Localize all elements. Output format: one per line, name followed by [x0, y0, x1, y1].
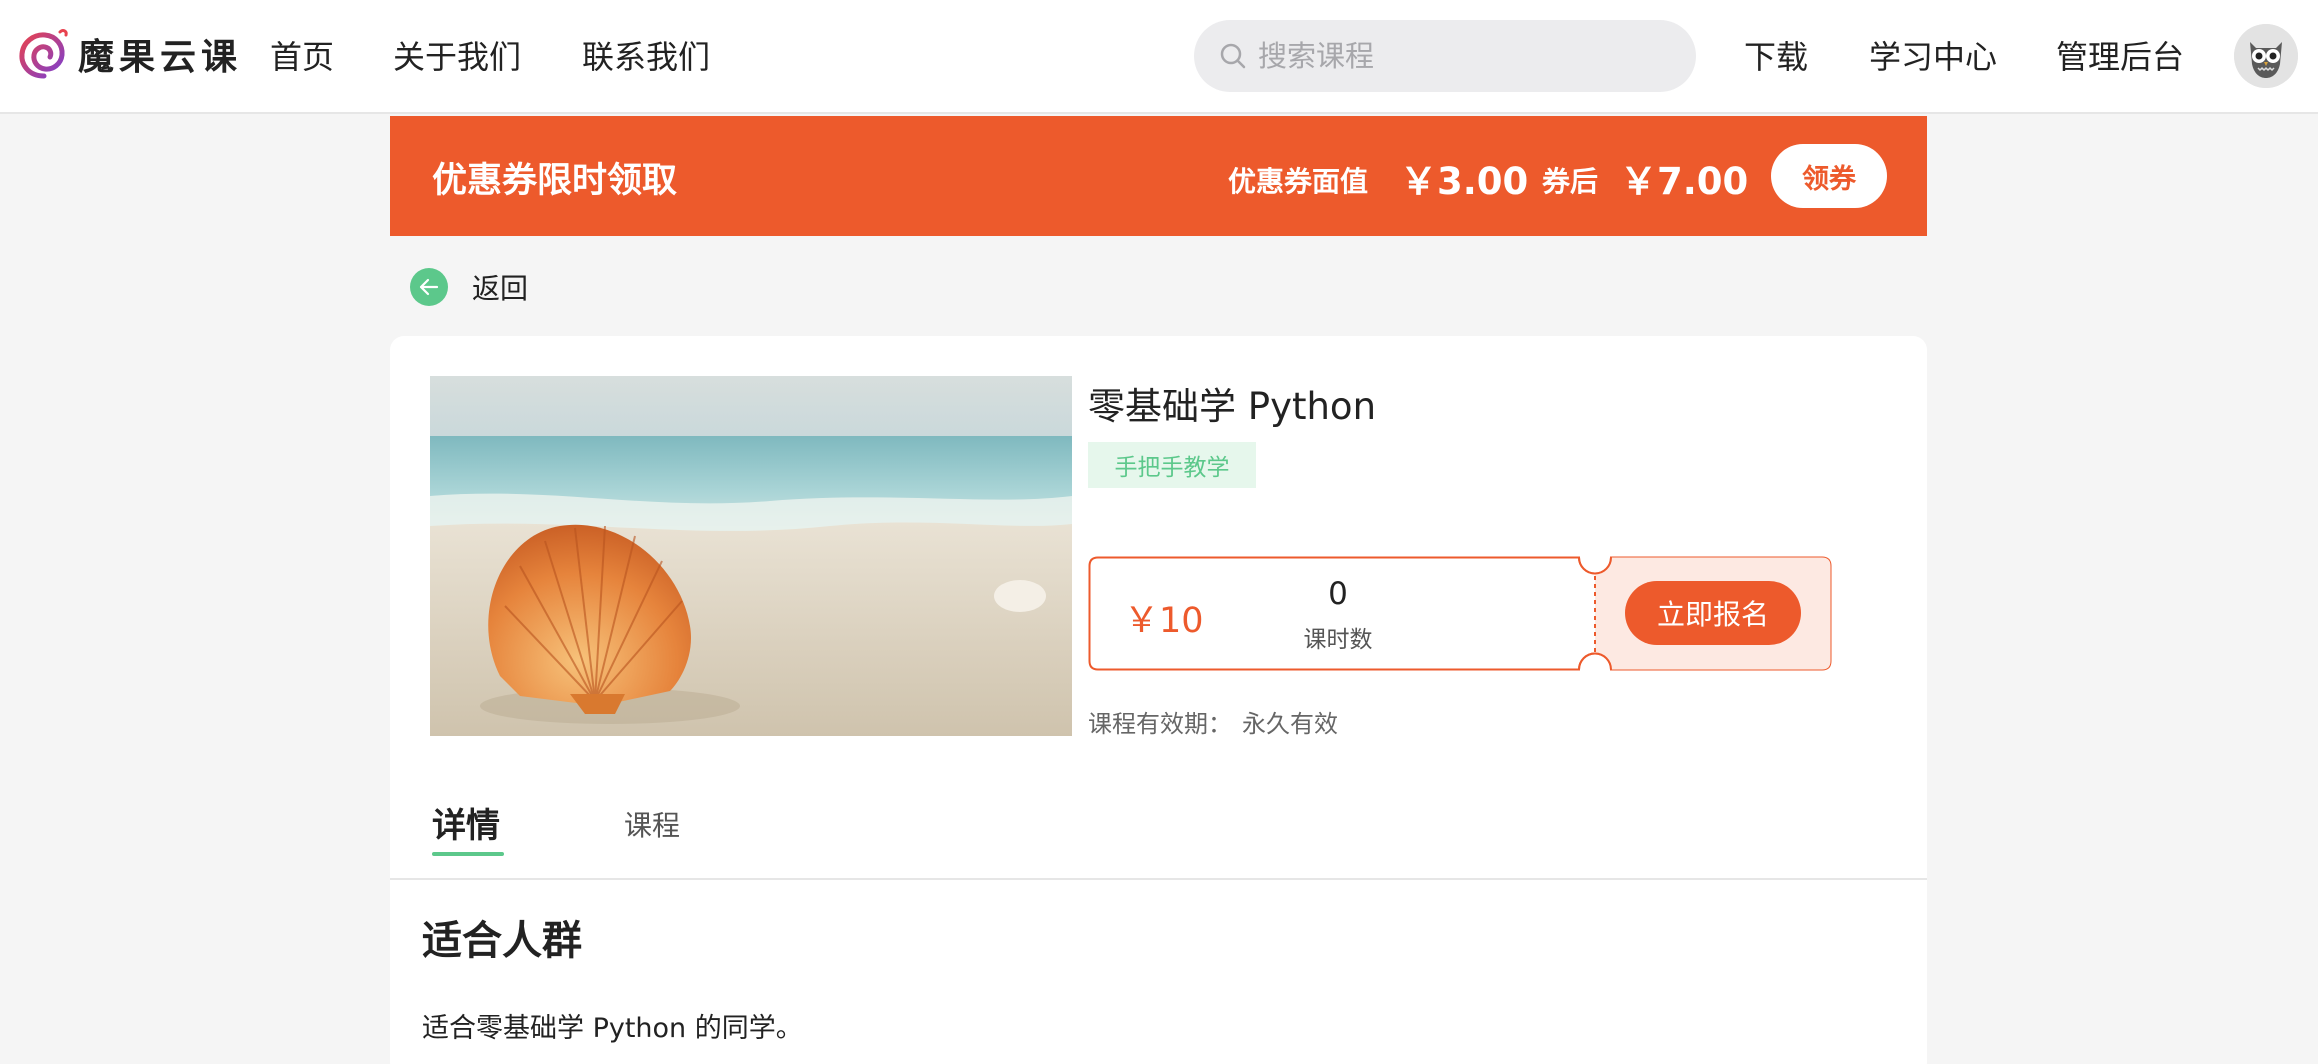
course-tag-badge: 手把手教学	[1088, 442, 1256, 488]
nav-download[interactable]: 下载	[1744, 32, 1808, 78]
section-text: 适合零基础学 Python 的同学。	[422, 1013, 803, 1044]
nav-home[interactable]: 首页	[270, 32, 334, 78]
tab-details[interactable]: 详情	[432, 798, 500, 847]
coupon-banner: 优惠券限时领取 优惠券面值 ￥3.00 券后 ￥7.00 领券	[390, 116, 1927, 236]
lesson-count: 0	[1328, 576, 1348, 612]
course-detail-card: 零基础学 Python 手把手教学 ￥10 0 课时数 立即报名 课程有效期： …	[390, 336, 1927, 1064]
lesson-count-label: 课时数	[1303, 627, 1373, 653]
back-label: 返回	[472, 272, 529, 305]
search-input[interactable]	[1258, 39, 1678, 73]
active-tab-indicator	[432, 852, 504, 856]
owl-avatar-icon	[2234, 24, 2298, 88]
logo-text: 魔果云课	[78, 37, 243, 78]
user-avatar[interactable]	[2234, 24, 2298, 88]
back-link[interactable]: 返回	[410, 267, 528, 307]
course-title: 零基础学 Python	[1088, 385, 1377, 428]
back-arrow-icon	[410, 268, 448, 306]
coupon-after-price-label: 券后	[1542, 165, 1599, 198]
tab-course[interactable]: 课程	[624, 804, 680, 844]
nav-about-us[interactable]: 关于我们	[393, 32, 521, 78]
course-cover-image	[430, 376, 1072, 736]
nav-admin[interactable]: 管理后台	[2056, 32, 2184, 78]
site-logo[interactable]: 魔果云课	[16, 26, 242, 82]
course-price: ￥10	[1124, 601, 1204, 641]
spiral-logo-icon	[19, 29, 68, 79]
nav-contact-us[interactable]: 联系我们	[582, 32, 710, 78]
search-icon	[1220, 43, 1246, 69]
coupon-after-price: ￥7.00	[1620, 160, 1749, 203]
seashell-beach-picture	[430, 376, 1072, 736]
search-box[interactable]	[1194, 20, 1696, 92]
tab-divider	[390, 878, 1927, 880]
coupon-title: 优惠券限时领取	[432, 161, 678, 201]
coupon-face-value: ￥3.00	[1400, 160, 1529, 203]
validity-label: 课程有效期：	[1088, 710, 1232, 738]
enroll-now-button[interactable]: 立即报名	[1625, 581, 1801, 645]
top-navigation-bar: 魔果云课 首页 关于我们 联系我们 下载 学习中心 管理后台	[0, 0, 2318, 114]
nav-learning-center[interactable]: 学习中心	[1869, 32, 1997, 78]
validity-value: 永久有效	[1242, 710, 1338, 738]
section-title: 适合人群	[422, 918, 582, 964]
claim-coupon-button[interactable]: 领券	[1771, 144, 1887, 208]
price-ticket: ￥10 0 课时数 立即报名	[1088, 556, 1832, 671]
coupon-face-value-label: 优惠券面值	[1228, 165, 1369, 198]
